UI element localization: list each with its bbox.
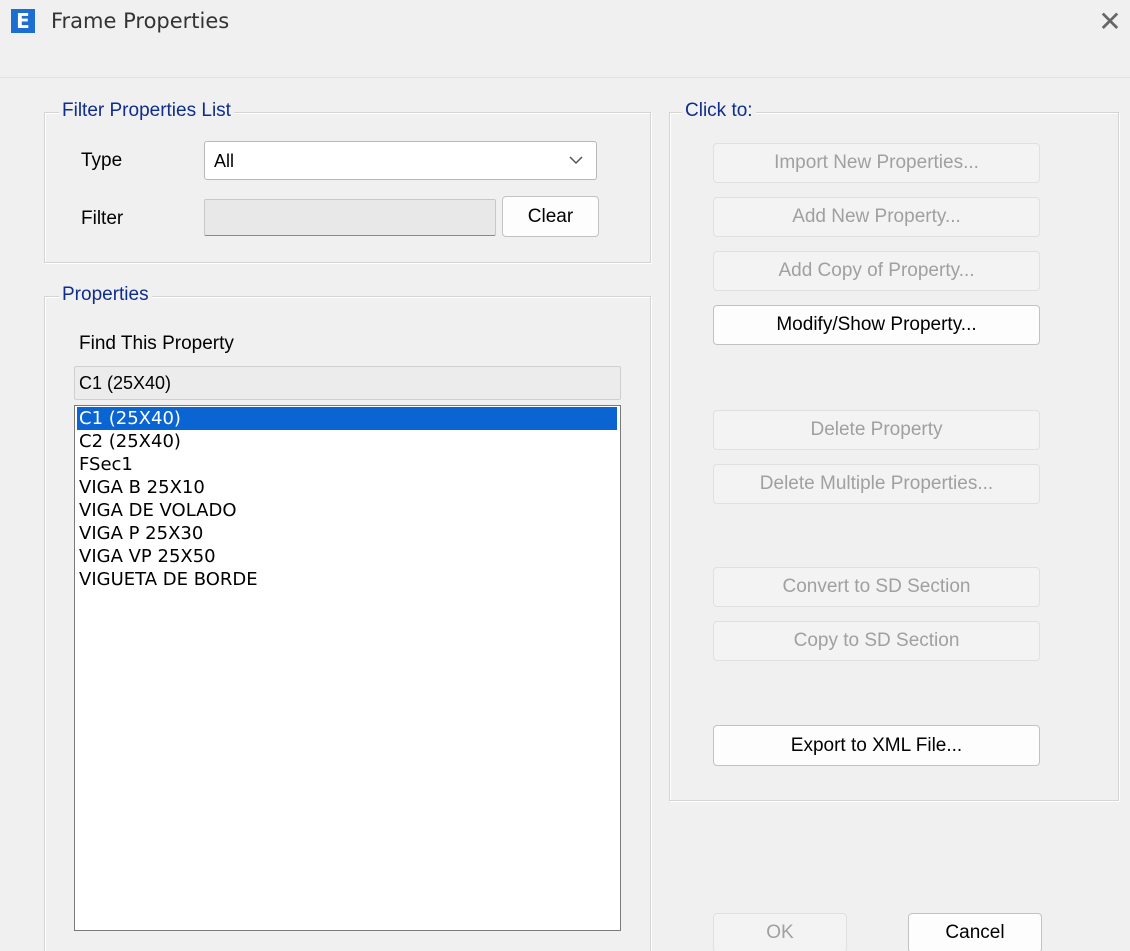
type-select[interactable]: All [204, 141, 597, 180]
click-to-group-label: Click to: [682, 100, 756, 122]
properties-list[interactable]: C1 (25X40) C2 (25X40) FSec1 VIGA B 25X10… [74, 405, 621, 931]
export-to-xml-button[interactable]: Export to XML File... [713, 725, 1040, 766]
ok-button[interactable]: OK [713, 913, 847, 951]
chevron-down-icon [569, 156, 583, 165]
filter-properties-group-label: Filter Properties List [59, 100, 234, 122]
filter-properties-group [44, 112, 651, 263]
list-item[interactable]: FSec1 [75, 453, 620, 476]
list-item[interactable]: VIGA B 25X10 [75, 476, 620, 499]
find-property-input[interactable]: C1 (25X40) [74, 366, 621, 400]
close-icon[interactable]: ✕ [1096, 8, 1124, 36]
delete-property-button[interactable]: Delete Property [713, 410, 1040, 450]
list-item[interactable]: VIGUETA DE BORDE [75, 568, 620, 591]
cancel-button[interactable]: Cancel [908, 913, 1042, 951]
filter-input[interactable] [204, 199, 496, 236]
type-select-value: All [214, 151, 235, 171]
import-new-properties-button[interactable]: Import New Properties... [713, 143, 1040, 183]
add-new-property-button[interactable]: Add New Property... [713, 197, 1040, 237]
find-property-label: Find This Property [79, 333, 234, 354]
list-item[interactable]: VIGA DE VOLADO [75, 499, 620, 522]
convert-to-sd-section-button[interactable]: Convert to SD Section [713, 567, 1040, 607]
list-item[interactable]: C2 (25X40) [75, 430, 620, 453]
delete-multiple-properties-button[interactable]: Delete Multiple Properties... [713, 464, 1040, 504]
add-copy-of-property-button[interactable]: Add Copy of Property... [713, 251, 1040, 291]
filter-label: Filter [81, 208, 124, 229]
app-logo-icon: E [11, 9, 35, 33]
properties-group-label: Properties [59, 284, 152, 306]
window-title: Frame Properties [51, 9, 230, 33]
type-label: Type [81, 150, 123, 171]
clear-button[interactable]: Clear [502, 196, 599, 237]
list-item[interactable]: C1 (25X40) [77, 407, 617, 430]
copy-to-sd-section-button[interactable]: Copy to SD Section [713, 621, 1040, 661]
list-item[interactable]: VIGA P 25X30 [75, 522, 620, 545]
title-bar: E Frame Properties ✕ [0, 0, 1130, 78]
modify-show-property-button[interactable]: Modify/Show Property... [713, 305, 1040, 345]
list-item[interactable]: VIGA VP 25X50 [75, 545, 620, 568]
